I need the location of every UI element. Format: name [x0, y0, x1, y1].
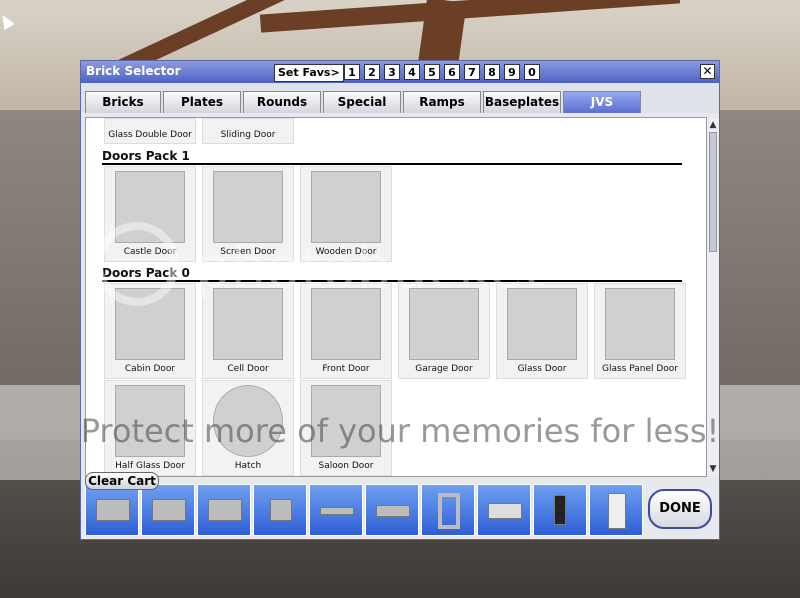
- cart-slot-plate[interactable]: [365, 484, 419, 536]
- tab-baseplates[interactable]: Baseplates: [483, 91, 561, 113]
- brick-item-label: Sliding Door: [220, 130, 276, 140]
- brick-item-label: Glass Double Door: [108, 130, 192, 140]
- tab-bricks[interactable]: Bricks: [85, 91, 161, 113]
- set-favs-button[interactable]: Set Favs>: [274, 64, 344, 82]
- brick-item-cell-door[interactable]: Cell Door: [202, 283, 294, 379]
- fav-slot-1[interactable]: 1: [344, 64, 360, 80]
- section-header: Doors Pack 1: [102, 149, 190, 163]
- brick-item-half-glass-door[interactable]: Half Glass Door: [104, 380, 196, 476]
- brick-item-glass-door[interactable]: Glass Door: [496, 283, 588, 379]
- fav-slot-8[interactable]: 8: [484, 64, 500, 80]
- brick-item-wooden-door[interactable]: Wooden Door: [300, 166, 392, 262]
- half-glass-door-icon: [115, 385, 185, 457]
- garage-door-icon: [409, 288, 479, 360]
- brick-item-label: Cell Door: [227, 364, 269, 374]
- ramp-icon: [488, 503, 522, 519]
- section-divider: [102, 163, 682, 165]
- section-divider: [102, 280, 682, 282]
- fav-slot-5[interactable]: 5: [424, 64, 440, 80]
- brick-item-glass-double-door[interactable]: Glass Double Door: [104, 118, 196, 144]
- brick-item-label: Front Door: [322, 364, 370, 374]
- brick-selector-window: Brick Selector Set Favs> 1 2 3 4 5 6 7 8…: [80, 60, 720, 540]
- plate-icon: [376, 505, 410, 517]
- tab-special[interactable]: Special: [323, 91, 401, 113]
- close-icon[interactable]: ✕: [700, 64, 715, 79]
- brick-icon: [96, 499, 130, 521]
- fav-slot-7[interactable]: 7: [464, 64, 480, 80]
- wheel-icon: [554, 495, 566, 525]
- cart-slot-brick[interactable]: [85, 484, 139, 536]
- brick-item-label: Garage Door: [415, 364, 473, 374]
- scroll-down-icon[interactable]: ▼: [708, 464, 718, 474]
- brick-item-hatch[interactable]: Hatch: [202, 380, 294, 476]
- done-button[interactable]: DONE: [648, 489, 712, 529]
- brick-item-cabin-door[interactable]: Cabin Door: [104, 283, 196, 379]
- tab-rounds[interactable]: Rounds: [243, 91, 321, 113]
- cart-slot-brick[interactable]: [197, 484, 251, 536]
- fav-slot-2[interactable]: 2: [364, 64, 380, 80]
- cart-slot-brick[interactable]: [141, 484, 195, 536]
- cabin-door-icon: [115, 288, 185, 360]
- cube-icon: [270, 499, 292, 521]
- brick-item-label: Saloon Door: [318, 461, 374, 471]
- fav-slot-6[interactable]: 6: [444, 64, 460, 80]
- cart-slot-cube[interactable]: [253, 484, 307, 536]
- saloon-door-icon: [311, 385, 381, 457]
- brick-item-label: Glass Door: [517, 364, 567, 374]
- brick-item-castle-door[interactable]: Castle Door: [104, 166, 196, 262]
- brick-item-front-door[interactable]: Front Door: [300, 283, 392, 379]
- bar-icon: [320, 507, 354, 515]
- cart-slot-frame[interactable]: [421, 484, 475, 536]
- tab-jvs[interactable]: JVS: [563, 91, 641, 113]
- cart-bar: [85, 482, 723, 538]
- brick-icon: [208, 499, 242, 521]
- title-bar: Brick Selector Set Favs> 1 2 3 4 5 6 7 8…: [81, 61, 719, 83]
- cart-slot-door[interactable]: [589, 484, 643, 536]
- brick-item-label: Glass Panel Door: [601, 364, 678, 374]
- brick-item-label: Castle Door: [123, 247, 177, 257]
- brick-list: Glass Double Door Sliding Door Doors Pac…: [85, 117, 707, 477]
- brick-item-label: Half Glass Door: [115, 461, 185, 471]
- tab-ramps[interactable]: Ramps: [403, 91, 481, 113]
- cart-slot-ramp[interactable]: [477, 484, 531, 536]
- glass-door-icon: [507, 288, 577, 360]
- tab-plates[interactable]: Plates: [163, 91, 241, 113]
- fav-slot-3[interactable]: 3: [384, 64, 400, 80]
- glass-panel-door-icon: [605, 288, 675, 360]
- section-header: Doors Pack 0: [102, 266, 190, 280]
- brick-icon: [152, 499, 186, 521]
- cart-slot-bar[interactable]: [309, 484, 363, 536]
- window-title: Brick Selector: [86, 64, 181, 78]
- brick-item-label: Wooden Door: [315, 247, 377, 257]
- castle-door-icon: [115, 171, 185, 243]
- screen-door-icon: [213, 171, 283, 243]
- wooden-door-icon: [311, 171, 381, 243]
- brick-item-saloon-door[interactable]: Saloon Door: [300, 380, 392, 476]
- clear-cart-button[interactable]: Clear Cart: [85, 472, 159, 490]
- door-icon: [608, 493, 626, 529]
- cell-door-icon: [213, 288, 283, 360]
- fav-slot-9[interactable]: 9: [504, 64, 520, 80]
- brick-item-glass-panel-door[interactable]: Glass Panel Door: [594, 283, 686, 379]
- tab-bar: Bricks Plates Rounds Special Ramps Basep…: [81, 83, 719, 113]
- vertical-scrollbar[interactable]: ▲ ▼: [707, 118, 719, 476]
- brick-item-label: Hatch: [234, 461, 262, 471]
- cart-slot-wheel[interactable]: [533, 484, 587, 536]
- brick-item-screen-door[interactable]: Screen Door: [202, 166, 294, 262]
- frame-icon: [438, 493, 460, 529]
- brick-item-label: Screen Door: [220, 247, 276, 257]
- scroll-up-icon[interactable]: ▲: [708, 120, 718, 130]
- fav-slot-4[interactable]: 4: [404, 64, 420, 80]
- front-door-icon: [311, 288, 381, 360]
- fav-slot-0[interactable]: 0: [524, 64, 540, 80]
- brick-item-label: Cabin Door: [124, 364, 176, 374]
- hatch-icon: [213, 385, 283, 457]
- brick-item-garage-door[interactable]: Garage Door: [398, 283, 490, 379]
- brick-item-sliding-door[interactable]: Sliding Door: [202, 118, 294, 144]
- scroll-thumb[interactable]: [709, 132, 717, 252]
